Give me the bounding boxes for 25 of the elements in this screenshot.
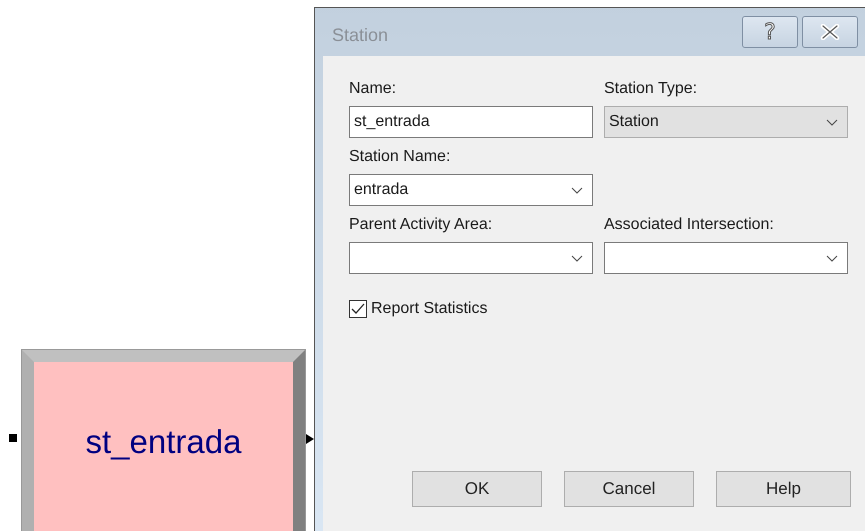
dialog-button[interactable]: Help: [716, 471, 851, 507]
chevron-down-icon: [826, 254, 838, 262]
checkbox-label: Report Statistics: [371, 300, 488, 318]
close-button[interactable]: [802, 16, 858, 48]
field-label: Associated Intersection:: [604, 215, 775, 235]
station-module[interactable]: st_entrada: [22, 350, 305, 531]
dialog-button[interactable]: OK: [412, 471, 542, 507]
combo-box[interactable]: [604, 242, 848, 274]
field-label: Station Type:: [604, 79, 698, 99]
window-title: Station: [331, 24, 388, 46]
chevron-down-icon: [571, 186, 583, 194]
dropdown[interactable]: Station: [604, 106, 848, 138]
field-label: Station Name:: [349, 147, 452, 167]
entry-port-icon: [9, 434, 17, 442]
chevron-down-icon: [826, 118, 838, 126]
checkbox[interactable]: [349, 300, 367, 318]
input-field[interactable]: st_entrada: [349, 106, 593, 138]
field-label: Parent Activity Area:: [349, 215, 494, 235]
chevron-down-icon: [571, 254, 583, 262]
field-label: Name:: [349, 79, 398, 99]
module-label: st_entrada: [86, 423, 242, 461]
combo-box[interactable]: [349, 242, 593, 274]
combo-box[interactable]: entrada: [349, 174, 593, 206]
close-icon: [819, 24, 841, 40]
dialog-button[interactable]: Cancel: [564, 471, 694, 507]
